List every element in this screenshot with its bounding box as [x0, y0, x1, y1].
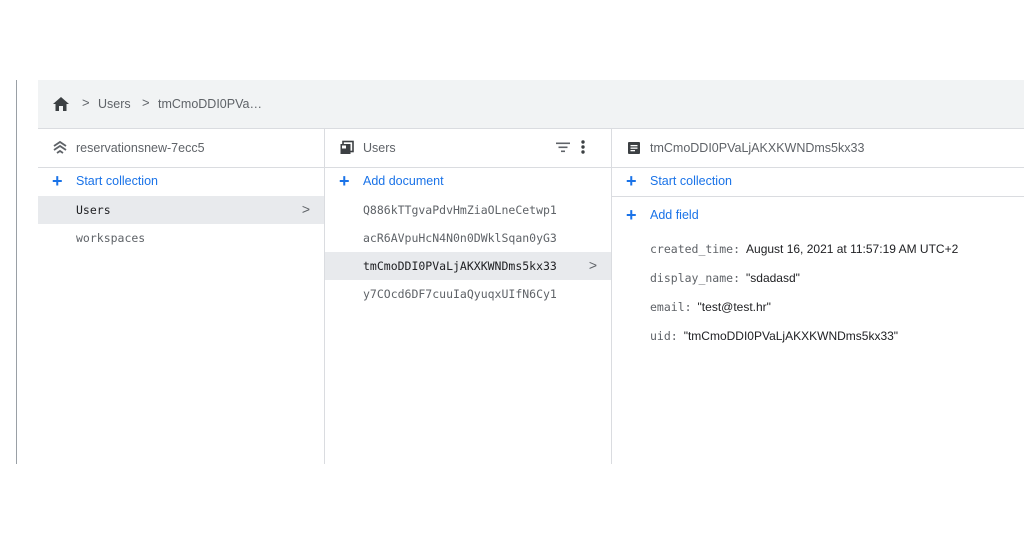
field-row[interactable]: display_name: "sdadasd" [612, 265, 1024, 294]
field-value: "test@test.hr" [697, 300, 771, 314]
root-column: reservationsnew-7ecc5 + Start collection… [38, 129, 325, 464]
collection-title: Users [363, 141, 396, 155]
document-item[interactable]: Q886kTTgvaPdvHmZiaOLneCetwp1 [325, 196, 611, 224]
collection-item-label: workspaces [76, 231, 146, 245]
document-title: tmCmoDDI0PVaLjAKXKWNDms5kx33 [650, 141, 865, 155]
plus-icon: + [339, 171, 350, 191]
collection-column-header: Users [325, 129, 611, 168]
field-key: created_time: [650, 242, 741, 256]
start-subcollection-button[interactable]: + Start collection [612, 168, 1024, 197]
field-value: "tmCmoDDI0PVaLjAKXKWNDms5kx33" [683, 329, 899, 343]
field-list: created_time: August 16, 2021 at 11:57:19… [612, 230, 1024, 352]
document-item-label: tmCmoDDI0PVaLjAKXKWNDms5kx33 [363, 259, 557, 273]
document-item-label: Q886kTTgvaPdvHmZiaOLneCetwp1 [363, 203, 557, 217]
document-icon [628, 142, 640, 154]
add-field-button[interactable]: + Add field [612, 202, 1024, 230]
field-key: email: [650, 300, 692, 314]
collection-item-workspaces[interactable]: workspaces [38, 224, 324, 252]
firestore-icon [53, 140, 67, 154]
plus-icon: + [52, 171, 63, 191]
left-edge-rule [16, 80, 17, 464]
collection-icon [340, 140, 354, 154]
add-document-label: Add document [363, 174, 444, 188]
document-item-selected[interactable]: tmCmoDDI0PVaLjAKXKWNDms5kx33 > [325, 252, 611, 280]
start-collection-label: Start collection [76, 174, 158, 188]
plus-icon: + [626, 171, 637, 191]
start-collection-button[interactable]: + Start collection [38, 168, 324, 196]
field-row[interactable]: email: "test@test.hr" [612, 294, 1024, 323]
breadcrumb-item-document[interactable]: tmCmoDDI0PVa… [158, 97, 262, 111]
field-key: display_name: [650, 271, 741, 285]
field-row[interactable]: uid: "tmCmoDDI0PVaLjAKXKWNDms5kx33" [612, 323, 1024, 352]
plus-icon: + [626, 205, 637, 225]
document-column: tmCmoDDI0PVaLjAKXKWNDms5kx33 + Start col… [612, 129, 1024, 464]
breadcrumb-item-users[interactable]: Users [98, 97, 131, 111]
document-column-header: tmCmoDDI0PVaLjAKXKWNDms5kx33 [612, 129, 1024, 168]
breadcrumb: > Users > tmCmoDDI0PVa… [38, 80, 1024, 129]
collection-item-users[interactable]: Users > [38, 196, 324, 224]
document-item[interactable]: acR6AVpuHcN4N0n0DWklSqan0yG3 [325, 224, 611, 252]
breadcrumb-separator-icon: > [82, 95, 90, 110]
field-value: "sdadasd" [746, 271, 800, 285]
start-collection-label: Start collection [650, 174, 732, 188]
project-title: reservationsnew-7ecc5 [76, 141, 205, 155]
breadcrumb-separator-icon: > [142, 95, 150, 110]
filter-icon[interactable] [555, 139, 571, 155]
add-document-button[interactable]: + Add document [325, 168, 611, 196]
collection-column: Users + Add document Q886kTTgvaPdvHmZiaO… [325, 129, 612, 464]
home-icon[interactable] [52, 96, 70, 112]
document-item-label: y7COcd6DF7cuuIaQyuqxUIfN6Cy1 [363, 287, 557, 301]
field-key: uid: [650, 329, 678, 343]
firestore-data-viewer: > Users > tmCmoDDI0PVa… reservationsnew-… [38, 80, 1024, 464]
chevron-right-icon: > [588, 257, 597, 273]
document-item-label: acR6AVpuHcN4N0n0DWklSqan0yG3 [363, 231, 557, 245]
chevron-right-icon: > [301, 201, 310, 217]
document-item[interactable]: y7COcd6DF7cuuIaQyuqxUIfN6Cy1 [325, 280, 611, 308]
add-field-label: Add field [650, 208, 699, 222]
root-column-header: reservationsnew-7ecc5 [38, 129, 324, 168]
field-row[interactable]: created_time: August 16, 2021 at 11:57:19… [612, 236, 1024, 265]
field-value: August 16, 2021 at 11:57:19 AM UTC+2 [746, 242, 959, 256]
more-vert-icon[interactable] [579, 139, 587, 155]
collection-item-label: Users [76, 203, 111, 217]
